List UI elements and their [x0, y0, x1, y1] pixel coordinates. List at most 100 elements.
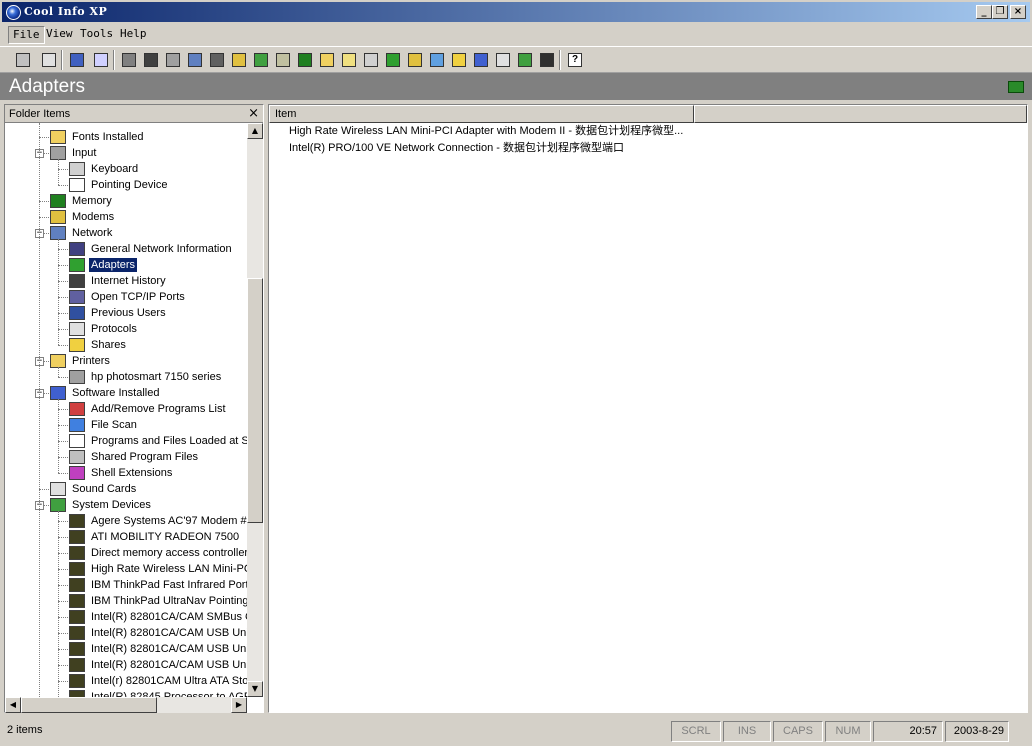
tree-node[interactable]: Intel(R) 82801CA/CAM USB Unive — [69, 625, 247, 641]
close-icon[interactable]: × — [248, 106, 259, 121]
shell-icon — [69, 466, 85, 480]
network-icon[interactable] — [362, 51, 380, 69]
tree-node-label: Intel(R) 82801CA/CAM SMBus Co — [91, 611, 247, 623]
tree-node-label: Modems — [72, 211, 115, 223]
app-icon[interactable] — [6, 5, 21, 20]
tree-node-label: Pointing Device — [91, 179, 168, 191]
tree-node[interactable]: File Scan — [69, 417, 247, 433]
properties-icon[interactable] — [40, 51, 58, 69]
tree-node[interactable]: Internet History — [69, 273, 247, 289]
scroll-right-button[interactable]: ▶ — [231, 697, 247, 713]
report-icon[interactable] — [68, 51, 86, 69]
list-item[interactable]: Intel(R) PRO/100 VE Network Connection -… — [289, 140, 624, 156]
software-icon[interactable] — [472, 51, 490, 69]
share-icon — [69, 338, 85, 352]
image-icon[interactable] — [164, 51, 182, 69]
keyboard-icon[interactable] — [340, 51, 358, 69]
tree-node[interactable]: Shared Program Files — [69, 449, 247, 465]
menu-file[interactable]: File — [8, 26, 45, 44]
tree-node[interactable]: Modems — [50, 209, 247, 225]
tree-node[interactable]: Agere Systems AC'97 Modem #2 — [69, 513, 247, 529]
folder-icon[interactable] — [318, 51, 336, 69]
adapter-icon[interactable] — [384, 51, 402, 69]
scroll-up-button[interactable]: ▲ — [247, 123, 263, 139]
tree-node[interactable]: Add/Remove Programs List — [69, 401, 247, 417]
speaker-icon[interactable] — [494, 51, 512, 69]
menu-bar: File View Tools Help — [0, 24, 1032, 46]
minimize-button[interactable]: _ — [976, 5, 992, 19]
section-header: Adapters — [0, 72, 1032, 100]
scroll-left-button[interactable]: ◀ — [5, 697, 21, 713]
modem-icon[interactable] — [406, 51, 424, 69]
device-icon — [69, 594, 85, 608]
tree-node[interactable]: Sound Cards — [50, 481, 247, 497]
menu-tools[interactable]: Tools — [76, 26, 117, 44]
tree-node-label: IBM ThinkPad UltraNav Pointing D — [91, 595, 247, 607]
list-item[interactable]: High Rate Wireless LAN Mini-PCI Adapter … — [289, 123, 683, 139]
tree-node[interactable]: hp photosmart 7150 series — [69, 369, 247, 385]
photo-icon[interactable] — [428, 51, 446, 69]
tools-icon[interactable] — [186, 51, 204, 69]
share-icon[interactable] — [450, 51, 468, 69]
tree-node[interactable]: IBM ThinkPad Fast Infrared Port — [69, 577, 247, 593]
tree-node[interactable]: High Rate Wireless LAN Mini-PCI A — [69, 561, 247, 577]
device-icon — [69, 610, 85, 624]
tree-node-label: General Network Information — [91, 243, 232, 255]
tree-node[interactable]: System Devices — [50, 497, 247, 513]
tree-node[interactable]: Previous Users — [69, 305, 247, 321]
export-icon[interactable] — [92, 51, 110, 69]
column-header-empty[interactable] — [694, 105, 1027, 123]
folder-pane-header: Folder Items × — [5, 105, 263, 123]
tree-node[interactable]: Intel(R) 82801CA/CAM USB Unive — [69, 641, 247, 657]
tree-node[interactable]: IBM ThinkPad UltraNav Pointing D — [69, 593, 247, 609]
tree-node[interactable]: Input — [50, 145, 247, 161]
tree-node[interactable]: Adapters — [69, 257, 247, 273]
system-icon[interactable] — [538, 51, 556, 69]
chip-icon[interactable] — [252, 51, 270, 69]
tree-node[interactable]: Intel(R) 82801CA/CAM USB Unive — [69, 657, 247, 673]
tree-node-label: Memory — [72, 195, 112, 207]
tree-node[interactable]: Intel(r) 82801CAM Ultra ATA Stor — [69, 673, 247, 689]
tree-node[interactable]: Keyboard — [69, 161, 247, 177]
tree-node[interactable]: Open TCP/IP Ports — [69, 289, 247, 305]
hscroll-thumb[interactable] — [21, 697, 157, 713]
horizontal-scrollbar[interactable]: ◀ ▶ — [5, 697, 247, 713]
tree-node[interactable]: Protocols — [69, 321, 247, 337]
gear-icon[interactable] — [208, 51, 226, 69]
vertical-scrollbar[interactable]: ▲ ▼ — [247, 123, 263, 697]
drive-icon[interactable] — [274, 51, 292, 69]
tree-node[interactable]: Shell Extensions — [69, 465, 247, 481]
close-button[interactable]: × — [1010, 5, 1026, 19]
tree-node[interactable]: General Network Information — [69, 241, 247, 257]
tree-node[interactable]: Programs and Files Loaded at Sta — [69, 433, 247, 449]
network-info-icon — [69, 242, 85, 256]
device-icon — [69, 626, 85, 640]
menu-help[interactable]: Help — [116, 26, 151, 44]
tree-node[interactable]: Direct memory access controller — [69, 545, 247, 561]
font-icon[interactable] — [230, 51, 248, 69]
print-icon[interactable] — [14, 51, 32, 69]
tree-node[interactable]: Shares — [69, 337, 247, 353]
help-icon[interactable]: ? — [566, 51, 584, 69]
devices-icon[interactable] — [516, 51, 534, 69]
tree-node[interactable]: Pointing Device — [69, 177, 247, 193]
scroll-thumb[interactable] — [247, 278, 263, 523]
tree-node[interactable]: ATI MOBILITY RADEON 7500 — [69, 529, 247, 545]
column-header-item[interactable]: Item — [269, 105, 694, 123]
tree-node-label: Software Installed — [72, 387, 160, 399]
tree-node[interactable]: Printers — [50, 353, 247, 369]
tree-node[interactable]: Network — [50, 225, 247, 241]
display-icon[interactable] — [142, 51, 160, 69]
tree-node[interactable]: Memory — [50, 193, 247, 209]
tree-node[interactable]: Intel(R) 82801CA/CAM SMBus Co — [69, 609, 247, 625]
menu-view[interactable]: View — [42, 26, 77, 44]
status-time: 20:57 — [873, 721, 943, 742]
tree-node[interactable]: Intel(R) 82845 Processor to AGP — [69, 689, 247, 697]
scroll-down-button[interactable]: ▼ — [247, 681, 263, 697]
restore-button[interactable]: ❐ — [992, 5, 1008, 19]
memory-icon[interactable] — [296, 51, 314, 69]
computer-icon[interactable] — [120, 51, 138, 69]
tree-node[interactable]: Software Installed — [50, 385, 247, 401]
tree-node[interactable]: Fonts Installed — [50, 129, 247, 145]
window-title: Cool Info XP — [24, 5, 108, 18]
